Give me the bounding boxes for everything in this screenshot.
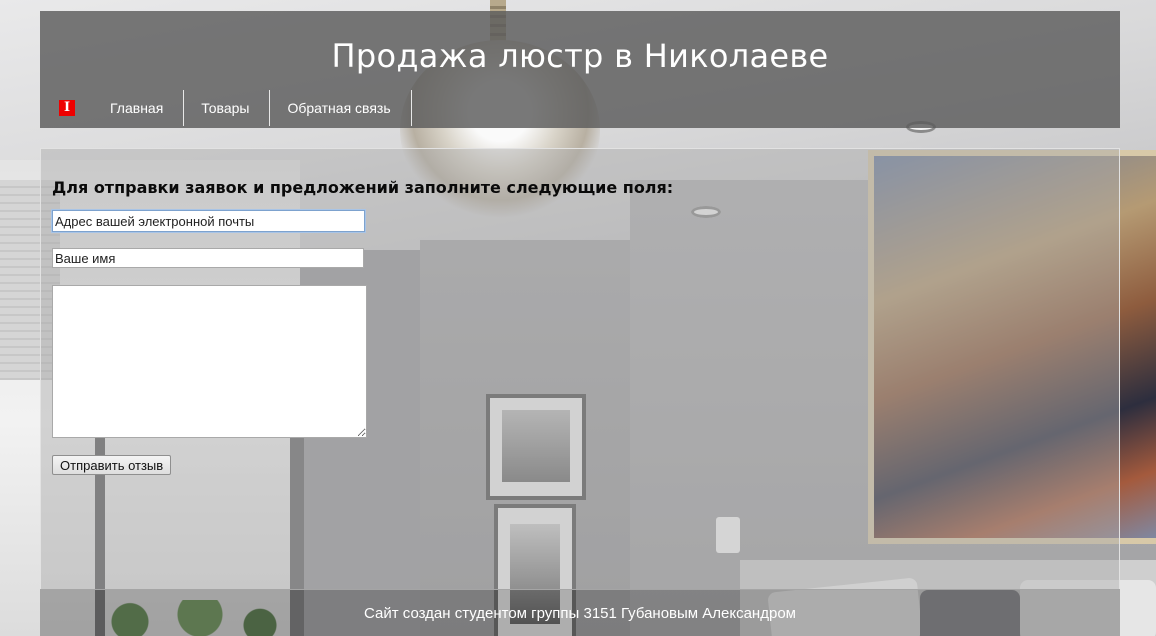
site-footer: Сайт создан студентом группы 3151 Губано… — [40, 589, 1120, 636]
logo-icon[interactable]: I — [59, 100, 75, 116]
nav-item-home[interactable]: Главная — [93, 90, 185, 126]
footer-credits: Сайт создан студентом группы 3151 Губано… — [364, 605, 796, 622]
site-title: Продажа люстр в Николаеве — [331, 37, 829, 75]
nav-item-products[interactable]: Товары — [184, 90, 271, 126]
nav-item-feedback[interactable]: Обратная связь — [270, 90, 412, 126]
name-field[interactable] — [52, 248, 364, 268]
message-textarea[interactable] — [52, 285, 367, 438]
form-heading: Для отправки заявок и предложений заполн… — [52, 178, 674, 197]
site-header: Продажа люстр в Николаеве I Главная Това… — [40, 11, 1120, 128]
main-nav: I Главная Товары Обратная связь — [59, 90, 412, 126]
feedback-panel: Для отправки заявок и предложений заполн… — [40, 148, 1120, 590]
submit-feedback-button[interactable]: Отправить отзыв — [52, 455, 172, 475]
email-field[interactable] — [51, 209, 366, 233]
